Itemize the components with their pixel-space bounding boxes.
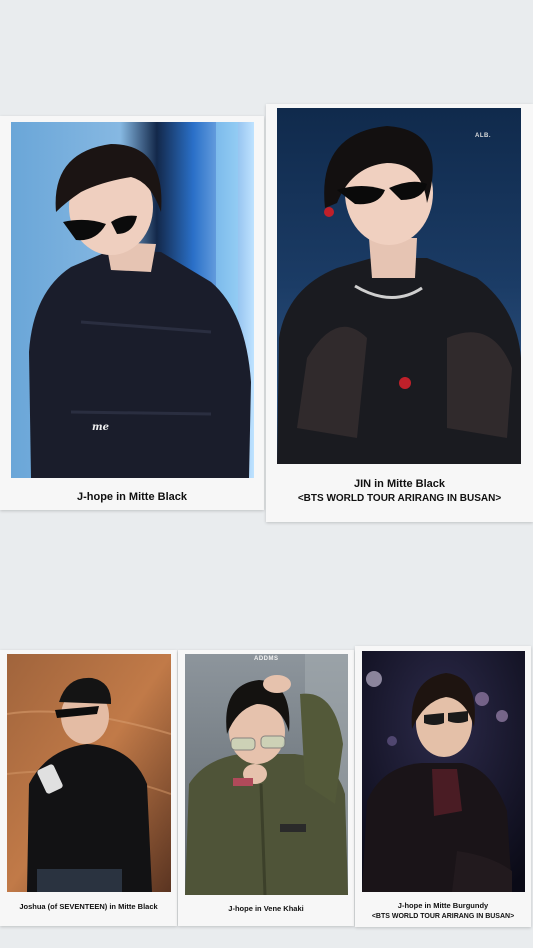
caption-jin-mitte-black-line2: <BTS WORLD TOUR ARIRANG IN BUSAN>: [297, 493, 502, 504]
person-sheer-black-jacket-photo: [277, 108, 521, 464]
photo-jhope-mitte-black: [11, 122, 254, 478]
photo-jhope-mitte-burgundy: [362, 651, 525, 892]
photo-card-jin-mitte-black[interactable]: ALB. JIN in Mitte Black <BTS WORLD TOUR …: [266, 104, 533, 522]
caption-jhope-mitte-black: J-hope in Mitte Black: [76, 491, 188, 503]
caption-jhope-mitte-burgundy-line2: <BTS WORLD TOUR ARIRANG IN BUSAN>: [371, 913, 515, 920]
caption-jhope-vene-khaki: J-hope in Vene Khaki: [228, 904, 304, 913]
photo-jhope-vene-khaki: [185, 654, 348, 895]
photo-watermark: me: [92, 422, 109, 433]
caption-joshua-mitte-black: Joshua (of SEVENTEEN) in Mitte Black: [19, 902, 158, 911]
photo-jin-mitte-black: [277, 108, 521, 464]
photo-card-jhope-vene-khaki[interactable]: ADDMS J-hope in Vene Khaki: [178, 650, 354, 926]
photo-watermark: ALB.: [475, 133, 491, 139]
photo-card-joshua-mitte-black[interactable]: Joshua (of SEVENTEEN) in Mitte Black: [0, 650, 177, 926]
person-black-jacket-photo: [11, 122, 254, 478]
caption-jhope-mitte-burgundy-line1: J-hope in Mitte Burgundy: [397, 901, 489, 910]
photo-card-jhope-mitte-black[interactable]: me J-hope in Mitte Black: [0, 116, 264, 510]
photo-card-jhope-mitte-burgundy[interactable]: J-hope in Mitte Burgundy <BTS WORLD TOUR…: [355, 646, 531, 927]
person-khaki-jacket-photo: [185, 654, 348, 895]
caption-jin-mitte-black-line1: JIN in Mitte Black: [353, 478, 446, 490]
person-black-knit-photo: [7, 654, 171, 892]
person-burgundy-jacket-photo: [362, 651, 525, 892]
photo-watermark: ADDMS: [254, 656, 279, 662]
photo-joshua-mitte-black: [7, 654, 171, 892]
